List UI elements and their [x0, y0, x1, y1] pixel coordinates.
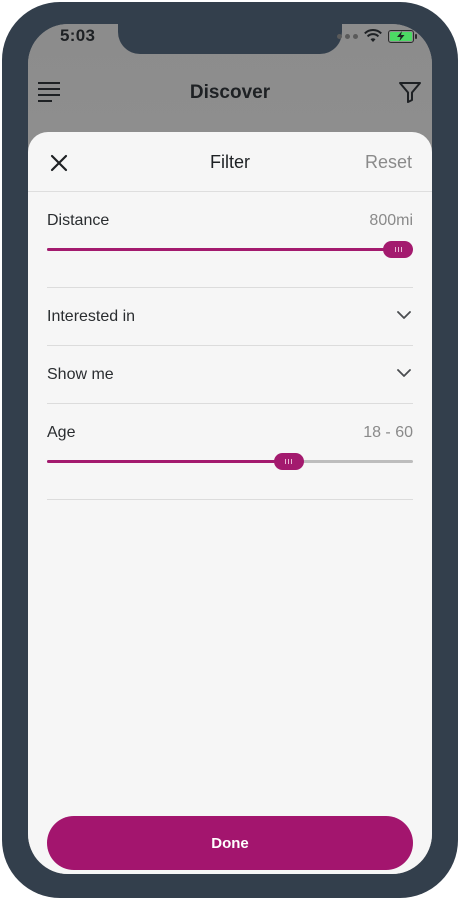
signal-icon — [337, 33, 358, 39]
chevron-down-icon[interactable] — [397, 311, 411, 320]
filter-sheet: Filter Reset Distance 800mi Interested i… — [28, 132, 432, 874]
app-title: Discover — [189, 82, 271, 103]
show-me-label: Show me — [47, 366, 114, 383]
interested-in-row[interactable]: Interested in — [47, 288, 413, 346]
wifi-icon — [364, 29, 382, 42]
distance-slider-handle[interactable] — [383, 241, 413, 258]
charging-bolt-icon — [397, 30, 405, 41]
filter-sheet-header: Filter Reset — [28, 132, 432, 192]
reset-button[interactable]: Reset — [365, 152, 412, 173]
done-button[interactable]: Done — [47, 816, 413, 870]
phone-screen: 5:03 Discover Filter Reset Distance 800m… — [28, 24, 432, 874]
chevron-down-icon[interactable] — [397, 369, 411, 378]
show-me-row[interactable]: Show me — [47, 346, 413, 404]
age-slider-handle[interactable] — [273, 453, 304, 470]
app-header: Discover — [28, 64, 432, 120]
notch — [118, 24, 342, 54]
age-label: Age — [47, 424, 76, 441]
distance-value: 800mi — [369, 212, 413, 229]
distance-slider[interactable] — [47, 241, 413, 258]
age-section: Age 18 - 60 — [47, 404, 413, 500]
age-value: 18 - 60 — [363, 424, 413, 441]
interested-in-label: Interested in — [47, 308, 136, 325]
status-time: 5:03 — [60, 26, 96, 45]
distance-slider-fill — [47, 248, 398, 251]
battery-icon — [388, 29, 417, 43]
status-icons — [337, 29, 417, 43]
distance-label: Distance — [47, 212, 110, 229]
close-icon[interactable] — [50, 154, 68, 172]
distance-section: Distance 800mi — [47, 192, 413, 288]
filter-icon[interactable] — [398, 80, 422, 104]
age-slider[interactable] — [47, 453, 413, 470]
age-slider-fill — [47, 460, 289, 463]
